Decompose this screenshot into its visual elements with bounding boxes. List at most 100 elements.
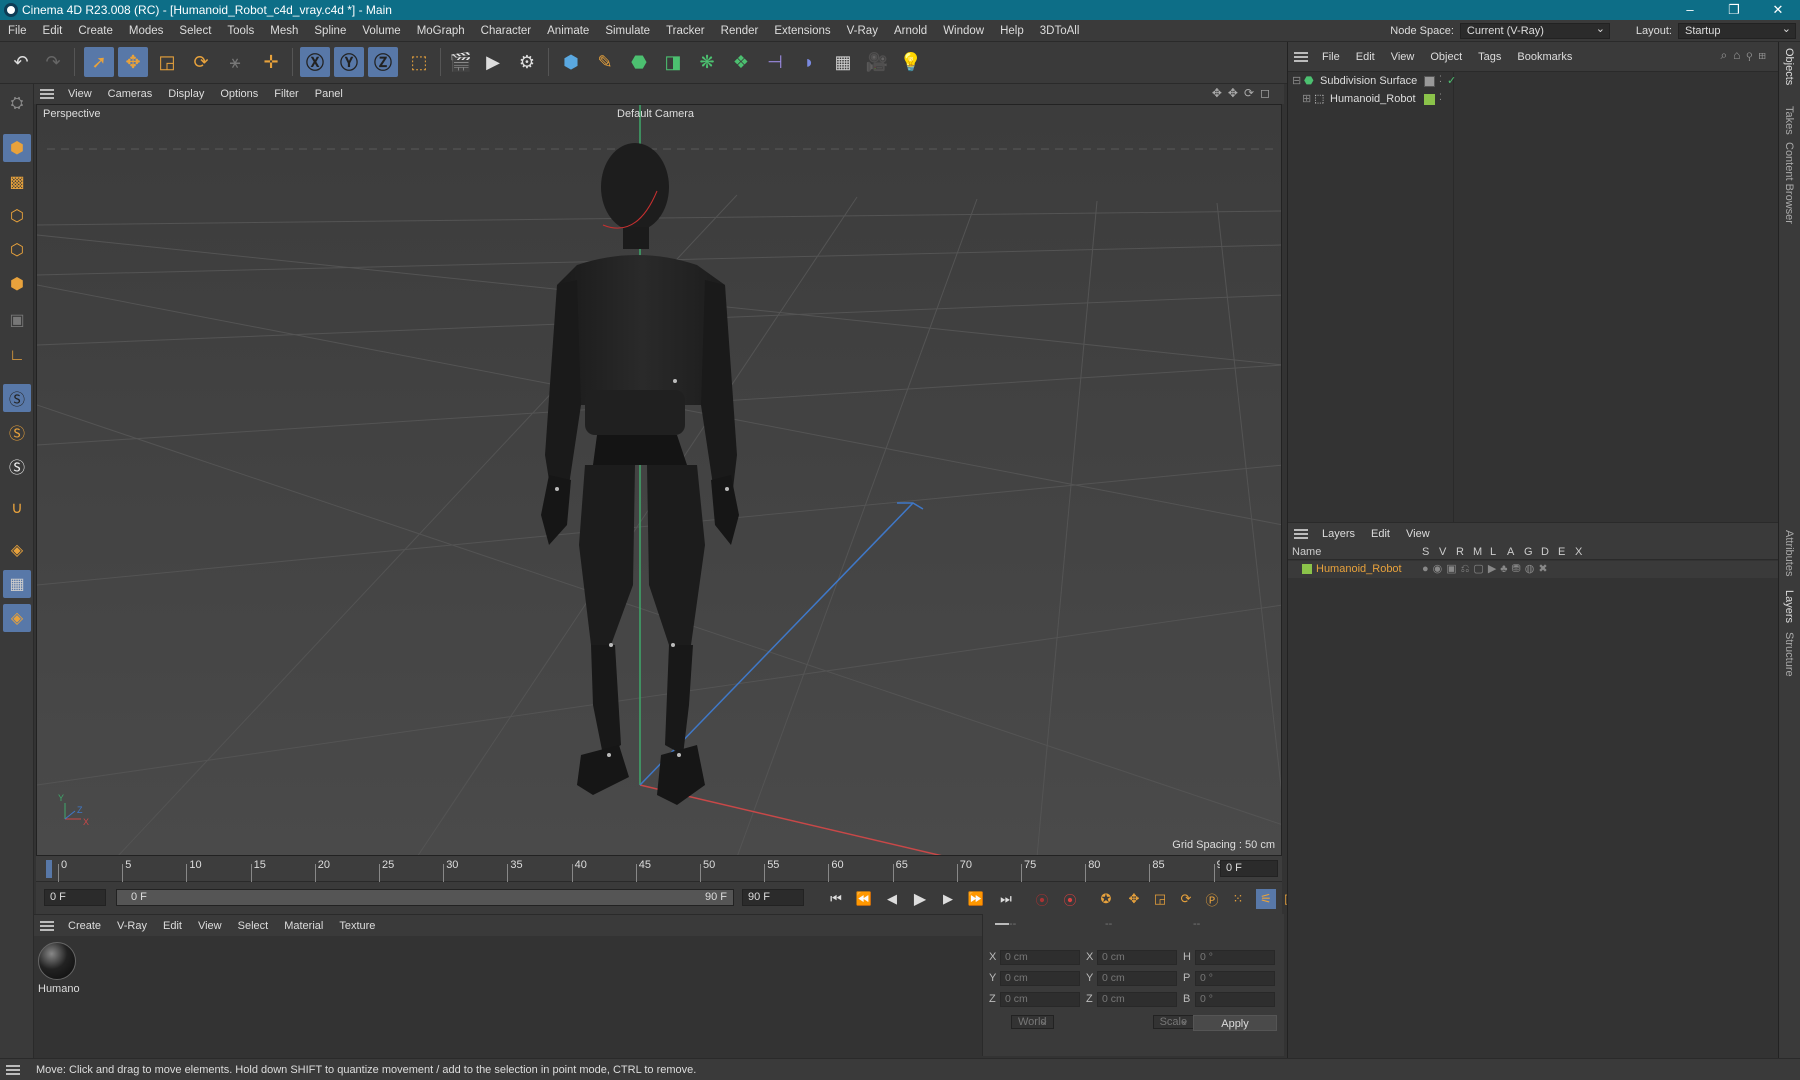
render-picture-viewer-icon[interactable]: ▶ — [478, 47, 508, 77]
prev-frame-icon[interactable]: ◀ — [882, 889, 902, 909]
layer-color-tag[interactable] — [1424, 94, 1435, 105]
key-pla-icon[interactable]: ⁙ — [1228, 889, 1248, 909]
menu-create[interactable]: Create — [70, 25, 121, 37]
start-frame-field[interactable]: 0 F — [44, 889, 106, 906]
rotation-p-field[interactable]: 0 ° — [1195, 971, 1275, 986]
menu-select[interactable]: Select — [171, 25, 219, 37]
menu-volume[interactable]: Volume — [354, 25, 408, 37]
visibility-dots-icon[interactable]: ⁚ — [1439, 92, 1442, 103]
close-button[interactable]: ✕ — [1756, 0, 1800, 20]
object-menu-edit[interactable]: Edit — [1348, 51, 1383, 63]
tab-content-browser[interactable]: Content Browser — [1783, 142, 1795, 224]
subdivision-generator-icon[interactable]: ⬣ — [624, 47, 654, 77]
render-view-icon[interactable]: 🎬 — [446, 47, 476, 77]
object-menu-icon[interactable] — [1294, 51, 1308, 62]
workplane-icon[interactable]: ◈ — [3, 536, 31, 564]
locked-workplane-icon[interactable]: ◈ — [3, 604, 31, 632]
current-frame-field[interactable]: 0 F — [1220, 860, 1278, 877]
material-menu-vray[interactable]: V-Ray — [109, 920, 155, 932]
timeline-ruler[interactable]: 051015202530354045505560657075808590 0 F — [36, 856, 1282, 882]
key-rotation-icon[interactable]: ⟳ — [1176, 889, 1196, 909]
viewport-menu-filter[interactable]: Filter — [266, 88, 306, 100]
pen-spline-icon[interactable]: ✎ — [590, 47, 620, 77]
rotation-h-field[interactable]: 0 ° — [1195, 950, 1275, 965]
position-x-field[interactable]: 0 cm — [1000, 950, 1080, 965]
collapse-icon[interactable]: ⊟ — [1292, 74, 1301, 87]
key-parameter-icon[interactable]: Ⓟ — [1202, 889, 1222, 909]
menu-tracker[interactable]: Tracker — [658, 25, 713, 37]
recent-tool-icon[interactable]: ⚹ — [220, 47, 250, 77]
apply-button[interactable]: Apply — [1193, 1015, 1277, 1031]
end-frame-field[interactable]: 90 F — [742, 889, 804, 906]
size-z-field[interactable]: 0 cm — [1097, 992, 1177, 1007]
menu-modes[interactable]: Modes — [121, 25, 172, 37]
material-menu-icon[interactable] — [40, 920, 54, 931]
material-menu-view[interactable]: View — [190, 920, 230, 932]
menu-arnold[interactable]: Arnold — [886, 25, 935, 37]
goto-end-icon[interactable]: ⏭ — [996, 889, 1016, 909]
layer-menu-icon[interactable] — [1294, 528, 1308, 539]
magnet-tool-icon[interactable]: ∪ — [3, 494, 31, 522]
size-y-field[interactable]: 0 cm — [1097, 971, 1177, 986]
viewport-menu-display[interactable]: Display — [160, 88, 212, 100]
menu-tools[interactable]: Tools — [219, 25, 262, 37]
visibility-dots-icon[interactable]: ⁚ — [1439, 74, 1442, 85]
timeline-playhead[interactable] — [46, 860, 52, 878]
menu-mesh[interactable]: Mesh — [262, 25, 306, 37]
deformer-icon[interactable]: ⊣ — [760, 47, 790, 77]
y-axis-lock-icon[interactable]: Ⓨ — [334, 47, 364, 77]
make-editable-icon[interactable]: ⛭ — [3, 90, 31, 118]
viewport-menu-icon[interactable] — [40, 89, 54, 99]
layer-menu-edit[interactable]: Edit — [1363, 528, 1398, 540]
key-scale-icon[interactable]: ◲ — [1150, 889, 1170, 909]
field-icon[interactable]: ◗ — [794, 47, 824, 77]
points-mode-icon[interactable]: ⬡ — [3, 202, 31, 230]
auto-keying-icon[interactable]: ⦿ — [1060, 889, 1080, 909]
menu-character[interactable]: Character — [473, 25, 540, 37]
redo-icon[interactable]: ↷ — [38, 47, 68, 77]
object-menu-object[interactable]: Object — [1422, 51, 1470, 63]
next-key-icon[interactable]: ⏩ — [966, 889, 986, 909]
prev-key-icon[interactable]: ⏪ — [854, 889, 874, 909]
extrude-generator-icon[interactable]: ◨ — [658, 47, 688, 77]
viewport-nav-icons[interactable]: ✥✥⟳◻ — [1212, 86, 1276, 100]
timeline-window-icon[interactable]: ⚟ — [1256, 889, 1276, 909]
material-menu-edit[interactable]: Edit — [155, 920, 190, 932]
rotation-b-field[interactable]: 0 ° — [1195, 992, 1275, 1007]
menu-window[interactable]: Window — [935, 25, 992, 37]
object-menu-view[interactable]: View — [1383, 51, 1423, 63]
tab-takes[interactable]: Takes — [1783, 106, 1795, 135]
goto-start-icon[interactable]: ⏮ — [826, 889, 846, 909]
size-x-field[interactable]: 0 cm — [1097, 950, 1177, 965]
light-icon[interactable]: 💡 — [896, 47, 926, 77]
object-menu-bookmarks[interactable]: Bookmarks — [1509, 51, 1580, 63]
menu-3dtoall[interactable]: 3DToAll — [1032, 25, 1088, 37]
tab-structure[interactable]: Structure — [1783, 632, 1795, 677]
polygons-mode-icon[interactable]: ⬢ — [3, 270, 31, 298]
uv-mode-icon[interactable]: ▣ — [3, 306, 31, 334]
object-name[interactable]: Humanoid_Robot — [1330, 93, 1416, 105]
key-position-icon[interactable]: ✥ — [1124, 889, 1144, 909]
material-menu-texture[interactable]: Texture — [331, 920, 383, 932]
selection-tool-icon[interactable]: ➚ — [84, 47, 114, 77]
coordinate-system-icon[interactable]: ⬚ — [404, 47, 434, 77]
object-menu-file[interactable]: File — [1314, 51, 1348, 63]
layer-row[interactable]: Humanoid_Robot ●◉▣⎌▢▶♣⛃◍✖ — [1288, 561, 1779, 578]
menu-edit[interactable]: Edit — [35, 25, 71, 37]
layer-menu-layers[interactable]: Layers — [1314, 528, 1363, 540]
snap-icon[interactable]: Ⓢ — [3, 384, 31, 412]
enable-axis-icon[interactable]: ∟ — [3, 342, 31, 370]
layout-dropdown[interactable]: Startup — [1678, 22, 1796, 39]
viewport-perspective[interactable]: Y Z X Perspective Default Camera Grid Sp… — [36, 104, 1282, 856]
material-item[interactable]: Humano — [38, 942, 80, 998]
layer-tag-icon[interactable] — [1424, 76, 1435, 87]
layer-name[interactable]: Humanoid_Robot — [1316, 563, 1402, 575]
undo-icon[interactable]: ↶ — [6, 47, 36, 77]
menu-render[interactable]: Render — [713, 25, 767, 37]
axis-tool-icon[interactable]: ✛ — [256, 47, 286, 77]
coordinate-mode-dropdown[interactable]: World — [1011, 1015, 1054, 1029]
cube-primitive-icon[interactable]: ⬢ — [556, 47, 586, 77]
minimize-button[interactable]: – — [1668, 0, 1712, 20]
maximize-button[interactable]: ❐ — [1712, 0, 1756, 20]
object-row[interactable]: ⊟ ⬣ Subdivision Surface ⁚ ✓ — [1292, 74, 1772, 90]
